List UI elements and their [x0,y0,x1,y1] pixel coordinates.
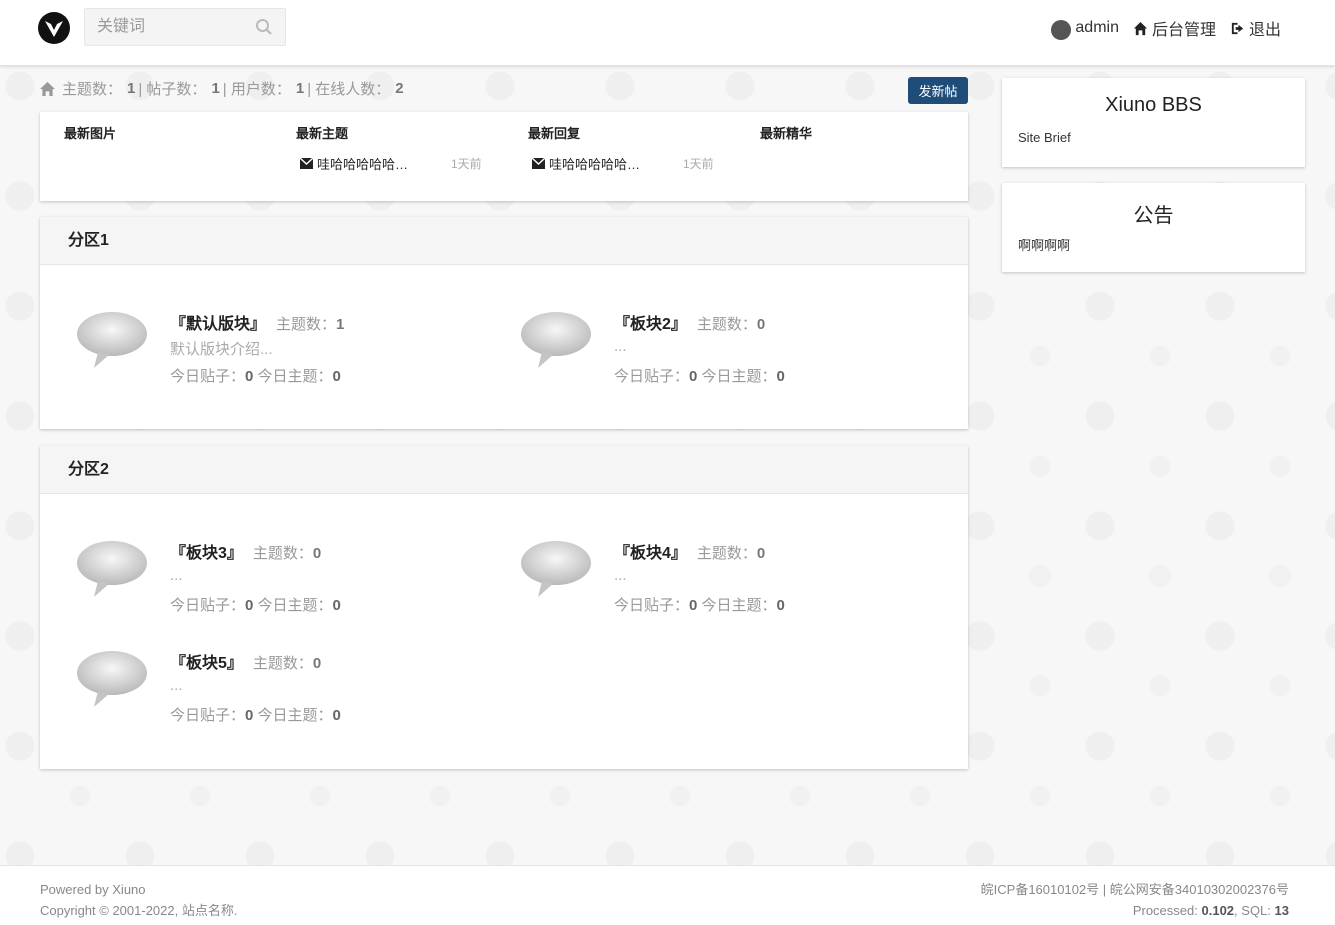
forum-today-stats: 今日贴子：0 今日主题：0 [614,597,785,614]
search-icon[interactable] [255,18,273,36]
user-count: 1 [295,80,305,97]
home-icon [40,81,55,96]
admin-panel-link[interactable]: 后台管理 [1133,16,1216,40]
latest-reply-item[interactable]: 哇哈哈哈哈哈… 1天前 [532,154,714,173]
site-name: Xiuno BBS [1105,94,1202,116]
latest-reply-time: 1天前 [683,157,714,171]
forum-item[interactable]: 『板块2』 主题数：0 ... 今日贴子：0 今日主题：0 [520,310,940,390]
speech-bubble-icon [521,312,591,368]
forum-name[interactable]: 『板块3』 [170,545,243,562]
forum-name[interactable]: 『板块5』 [170,655,243,672]
latest-thread-time: 1天前 [451,157,482,171]
latest-panel: 最新图片 最新主题 最新回复 最新精华 哇哈哈哈哈哈… 1天前 哇哈哈哈哈哈… … [40,112,968,201]
speech-bubble-icon [77,312,147,368]
speech-bubble-icon [521,541,591,597]
notice-card: 公告 啊啊啊啊 [1002,183,1305,272]
forum-today-stats: 今日贴子：0 今日主题：0 [170,368,341,385]
new-post-button[interactable]: 发新帖 [908,77,968,104]
username: admin [1075,19,1119,36]
post-count: 1 [211,80,220,97]
envelope-icon [300,158,313,169]
notice-text: 啊啊啊啊 [1018,238,1071,253]
avatar [1051,20,1072,40]
online-count: 2 [395,80,404,97]
top-nav: admin 后台管理 退出 [1051,16,1281,40]
speech-bubble-icon [77,541,147,597]
zone-title: 分区2 [40,446,968,494]
processed-info: Processed: 0.102, SQL: 13 [1132,903,1289,918]
envelope-icon [532,158,545,169]
latest-reply-title: 哇哈哈哈哈哈… [549,157,641,172]
powered-by: Powered by Xiuno [40,882,146,897]
forum-desc: ... [170,677,183,694]
icp-info[interactable]: 皖ICP备16010102号 | 皖公网安备34010302002376号 [981,879,1289,900]
forum-desc: ... [614,567,627,584]
logout-label: 退出 [1248,22,1281,39]
site-stats: 主题数： 1 | 帖子数： 1 | 用户数： 1 | 在线人数： 2 [40,78,407,99]
forum-name[interactable]: 『板块2』 [614,316,687,333]
search-input[interactable] [85,9,245,45]
zone-2: 分区2 『板块3』 主题数：0 ... 今日贴子：0 今日主题：0 『板块4』 主题… [40,446,968,769]
speech-bubble-icon [77,651,147,707]
forum-item[interactable]: 『板块4』 主题数：0 ... 今日贴子：0 今日主题：0 [520,539,940,619]
logo-icon [39,13,69,43]
logout-link[interactable]: 退出 [1230,16,1281,40]
site-logo[interactable] [38,12,70,44]
latest-replies-title: 最新回复 [528,126,581,141]
copyright: Copyright © 2001-2022, 站点名称. [40,903,238,918]
user-menu[interactable]: admin [1051,16,1119,40]
latest-threads-title: 最新主题 [296,126,349,141]
forum-name[interactable]: 『默认版块』 [170,316,266,333]
forum-today-stats: 今日贴子：0 今日主题：0 [170,597,341,614]
forum-today-stats: 今日贴子：0 今日主题：0 [614,368,785,385]
zone-1: 分区1 『默认版块』 主题数：1 默认版块介绍... 今日贴子：0 今日主题：0 … [40,217,968,429]
search-box [84,8,286,46]
latest-digest-title: 最新精华 [760,126,813,141]
forum-item[interactable]: 『默认版块』 主题数：1 默认版块介绍... 今日贴子：0 今日主题：0 [76,310,496,390]
notice-title: 公告 [1133,205,1174,227]
zone-title: 分区1 [40,217,968,265]
forum-name[interactable]: 『板块4』 [614,545,687,562]
latest-images-title: 最新图片 [64,126,117,141]
home-icon [1133,21,1148,35]
top-header: admin 后台管理 退出 [0,0,1335,66]
latest-thread-item[interactable]: 哇哈哈哈哈哈… 1天前 [300,154,482,173]
logout-icon [1231,22,1244,34]
forum-desc: 默认版块介绍... [170,341,273,358]
forum-desc: ... [170,567,183,584]
footer: Powered by Xiuno Copyright © 2001-2022, … [0,865,1335,925]
forum-today-stats: 今日贴子：0 今日主题：0 [170,707,341,724]
forum-item[interactable]: 『板块3』 主题数：0 ... 今日贴子：0 今日主题：0 [76,539,496,619]
latest-thread-title: 哇哈哈哈哈哈… [317,157,409,172]
forum-item[interactable]: 『板块5』 主题数：0 ... 今日贴子：0 今日主题：0 [76,649,496,729]
forum-desc: ... [614,338,627,355]
thread-count: 1 [127,80,136,97]
site-info-card: Xiuno BBS Site Brief [1002,78,1305,167]
site-brief: Site Brief [1018,130,1071,145]
admin-panel-label: 后台管理 [1151,22,1216,39]
